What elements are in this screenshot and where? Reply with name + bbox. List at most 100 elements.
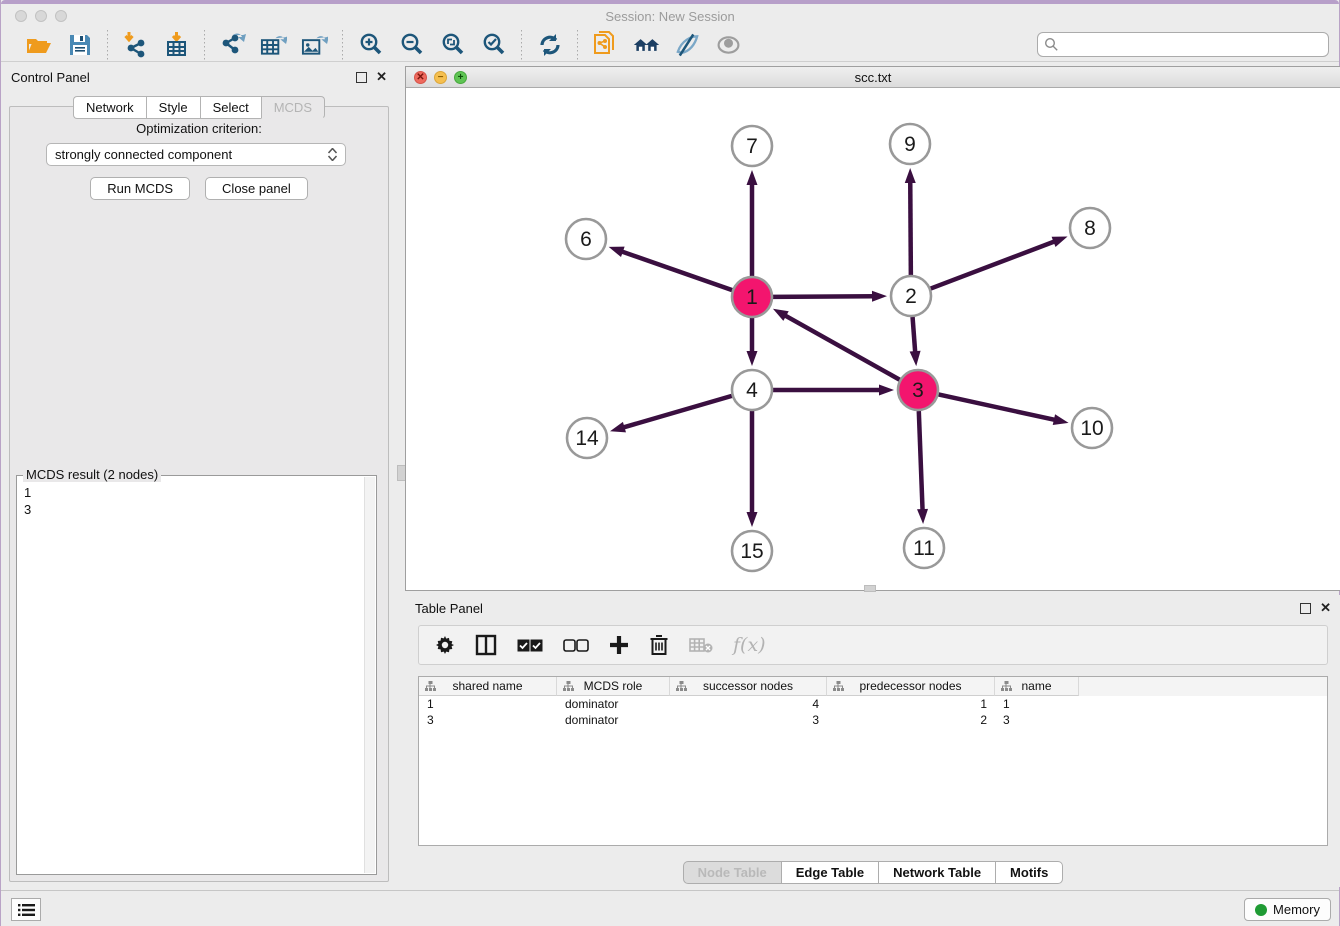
memory-button[interactable]: Memory	[1244, 898, 1331, 921]
arrowhead-icon	[917, 509, 928, 524]
tab-network[interactable]: Network	[73, 96, 146, 119]
arrowhead-icon	[1053, 414, 1069, 425]
delete-table-disabled-icon	[689, 633, 713, 657]
zoom-in-icon[interactable]	[357, 31, 384, 58]
table-body: 1dominator4113dominator323	[419, 696, 1327, 728]
table-cell[interactable]: 3	[995, 712, 1079, 728]
float-panel-icon[interactable]	[356, 72, 367, 83]
arrowhead-icon	[747, 351, 758, 366]
close-panel-icon[interactable]: ✕	[376, 69, 387, 85]
export-network-icon[interactable]	[219, 31, 246, 58]
run-mcds-button[interactable]: Run MCDS	[90, 177, 190, 200]
table-cell[interactable]: 1	[995, 696, 1079, 712]
table-cell[interactable]: 4	[670, 696, 827, 712]
graph-node-label: 1	[746, 286, 758, 309]
column-header-MCDS-role[interactable]: MCDS role	[557, 677, 670, 696]
network-canvas[interactable]: 7968124314101511	[406, 88, 1340, 590]
graph-node-label: 10	[1080, 417, 1103, 440]
import-table-icon[interactable]	[163, 31, 190, 58]
optimization-criterion-label: Optimization criterion:	[10, 121, 388, 136]
table-row[interactable]: 1dominator411	[419, 696, 1327, 712]
table-cell[interactable]: dominator	[557, 712, 670, 728]
network-window-title: scc.txt	[406, 70, 1340, 85]
edge-4-14[interactable]	[623, 396, 732, 428]
table-cell[interactable]: dominator	[557, 696, 670, 712]
edge-2-8[interactable]	[931, 241, 1056, 288]
home-networks-icon[interactable]	[633, 31, 660, 58]
edge-3-11[interactable]	[919, 411, 923, 511]
edge-3-1[interactable]	[784, 315, 899, 380]
zoom-out-icon[interactable]	[398, 31, 425, 58]
graph-node-label: 6	[580, 228, 592, 251]
edge-1-6[interactable]	[621, 251, 732, 290]
list-icon	[18, 903, 35, 917]
save-session-icon[interactable]	[66, 31, 93, 58]
style-visibility-icon[interactable]	[674, 31, 701, 58]
table-cell[interactable]: 2	[827, 712, 995, 728]
apply-layout-icon[interactable]	[536, 31, 563, 58]
close-panel-button[interactable]: Close panel	[205, 177, 308, 200]
tab-motifs[interactable]: Motifs	[995, 861, 1063, 884]
close-table-panel-icon[interactable]: ✕	[1320, 600, 1331, 616]
mcds-panel: Optimization criterion: strongly connect…	[9, 106, 389, 882]
mcds-result-title: MCDS result (2 nodes)	[23, 467, 161, 482]
search-input[interactable]	[1059, 35, 1328, 55]
arrowhead-icon	[747, 512, 758, 527]
table-header-row: shared name MCDS rolesuccessor nodesprede…	[419, 677, 1327, 696]
result-scrollbar[interactable]	[364, 477, 375, 873]
column-layout-icon[interactable]	[475, 633, 497, 657]
network-window-titlebar[interactable]: ✕ − + scc.txt	[406, 67, 1340, 88]
mcds-result-text[interactable]: 13	[24, 484, 364, 872]
import-network-icon[interactable]	[122, 31, 149, 58]
tab-mcds[interactable]: MCDS	[261, 96, 325, 119]
tab-edge-table[interactable]: Edge Table	[781, 861, 878, 884]
graph-node-label: 9	[904, 133, 916, 156]
toolbar-search	[1037, 32, 1329, 57]
column-type-icon	[563, 681, 574, 692]
arrowhead-icon	[747, 170, 758, 185]
open-session-icon[interactable]	[25, 31, 52, 58]
table-row[interactable]: 3dominator323	[419, 712, 1327, 728]
edge-3-10[interactable]	[939, 394, 1056, 420]
network-graph[interactable]: 7968124314101511	[406, 88, 1340, 590]
export-table-icon[interactable]	[260, 31, 287, 58]
tab-select[interactable]: Select	[200, 96, 261, 119]
control-panel-title: Control Panel	[11, 70, 347, 85]
node-table: shared name MCDS rolesuccessor nodesprede…	[418, 676, 1328, 846]
tab-style[interactable]: Style	[146, 96, 200, 119]
select-all-checks-icon[interactable]	[517, 633, 543, 657]
preview-eye-icon[interactable]	[715, 31, 742, 58]
table-cell[interactable]: 3	[670, 712, 827, 728]
table-cell[interactable]: 3	[419, 712, 557, 728]
graph-node-label: 3	[912, 379, 924, 402]
column-type-icon	[1001, 681, 1012, 692]
column-header-successor-nodes[interactable]: successor nodes	[670, 677, 827, 696]
task-history-button[interactable]	[11, 898, 41, 921]
search-icon	[1044, 37, 1059, 52]
clone-network-icon[interactable]	[592, 31, 619, 58]
horizontal-splitter-grip[interactable]	[864, 585, 876, 592]
deselect-all-checks-icon[interactable]	[563, 633, 589, 657]
tab-network-table[interactable]: Network Table	[878, 861, 995, 884]
edge-1-2[interactable]	[773, 296, 874, 297]
column-header-predecessor-nodes[interactable]: predecessor nodes	[827, 677, 995, 696]
optimization-criterion-dropdown[interactable]: strongly connected component	[46, 143, 346, 166]
delete-column-icon[interactable]	[649, 633, 669, 657]
control-panel: Control Panel ✕ NetworkStyleSelectMCDS O…	[1, 64, 397, 890]
settings-gear-icon[interactable]	[435, 633, 455, 657]
column-header-name[interactable]: name	[995, 677, 1079, 696]
edge-2-3[interactable]	[913, 317, 916, 353]
table-cell[interactable]: 1	[419, 696, 557, 712]
zoom-selected-icon[interactable]	[480, 31, 507, 58]
table-toolbar: f(x)	[418, 625, 1328, 665]
add-column-icon[interactable]	[609, 633, 629, 657]
tab-node-table[interactable]: Node Table	[683, 861, 781, 884]
table-cell[interactable]: 1	[827, 696, 995, 712]
export-image-icon[interactable]	[301, 31, 328, 58]
main-toolbar	[1, 28, 1339, 62]
column-header-shared-name[interactable]: shared name	[419, 677, 557, 696]
column-label: shared name	[452, 679, 522, 693]
zoom-fit-icon[interactable]	[439, 31, 466, 58]
float-table-panel-icon[interactable]	[1300, 603, 1311, 614]
edge-2-9[interactable]	[910, 181, 911, 275]
